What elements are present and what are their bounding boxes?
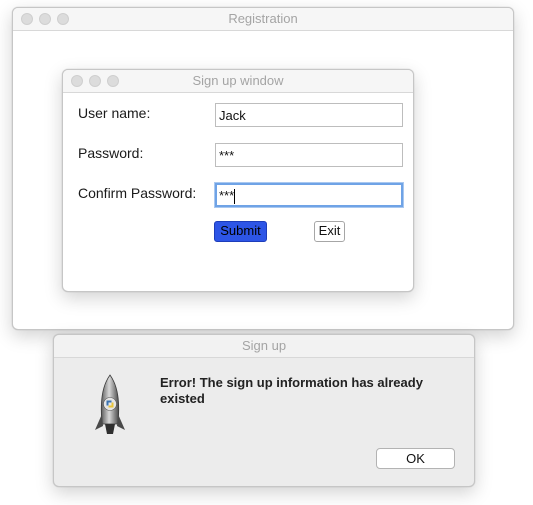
registration-title: Registration: [228, 11, 298, 26]
signup-titlebar: Sign up window: [63, 70, 413, 93]
confirm-password-label: Confirm Password:: [78, 185, 197, 201]
signup-title: Sign up window: [192, 73, 284, 88]
python-rocket-icon: [95, 374, 125, 434]
username-field[interactable]: Jack: [215, 103, 403, 127]
signup-window: Sign up window User name: Jack Password:…: [62, 69, 414, 292]
password-field[interactable]: ***: [215, 143, 403, 167]
close-window-icon[interactable]: [21, 13, 33, 25]
zoom-window-icon[interactable]: [107, 75, 119, 87]
confirm-password-field[interactable]: ***: [215, 183, 403, 207]
alert-title: Sign up: [241, 338, 287, 353]
ok-button[interactable]: OK: [376, 448, 455, 469]
alert-titlebar: Sign up: [54, 335, 474, 358]
username-label: User name:: [78, 105, 151, 121]
username-value: Jack: [219, 108, 246, 123]
registration-titlebar: Registration: [13, 8, 513, 31]
exit-button[interactable]: Exit: [314, 221, 345, 242]
text-caret: [234, 189, 236, 205]
minimize-window-icon[interactable]: [39, 13, 51, 25]
password-label: Password:: [78, 145, 144, 161]
confirm-password-value: ***: [219, 188, 235, 203]
minimize-window-icon[interactable]: [89, 75, 101, 87]
zoom-window-icon[interactable]: [57, 13, 69, 25]
signup-alert-dialog: Sign up Error! The sign up information h…: [53, 334, 475, 487]
submit-button[interactable]: Submit: [214, 221, 267, 242]
password-value: ***: [219, 148, 235, 163]
window-controls: [71, 75, 125, 97]
window-controls: [21, 13, 75, 35]
close-window-icon[interactable]: [71, 75, 83, 87]
alert-message: Error! The sign up information has alrea…: [160, 375, 423, 406]
